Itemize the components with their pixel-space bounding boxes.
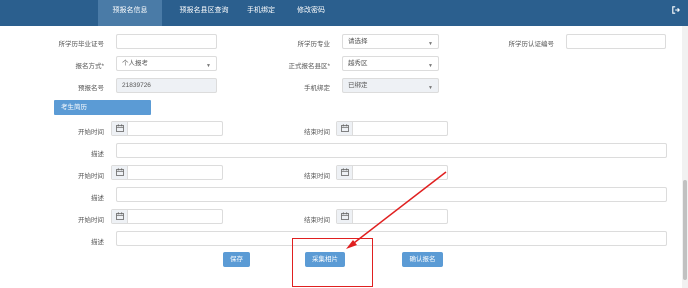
annotation-arrow <box>346 171 447 249</box>
